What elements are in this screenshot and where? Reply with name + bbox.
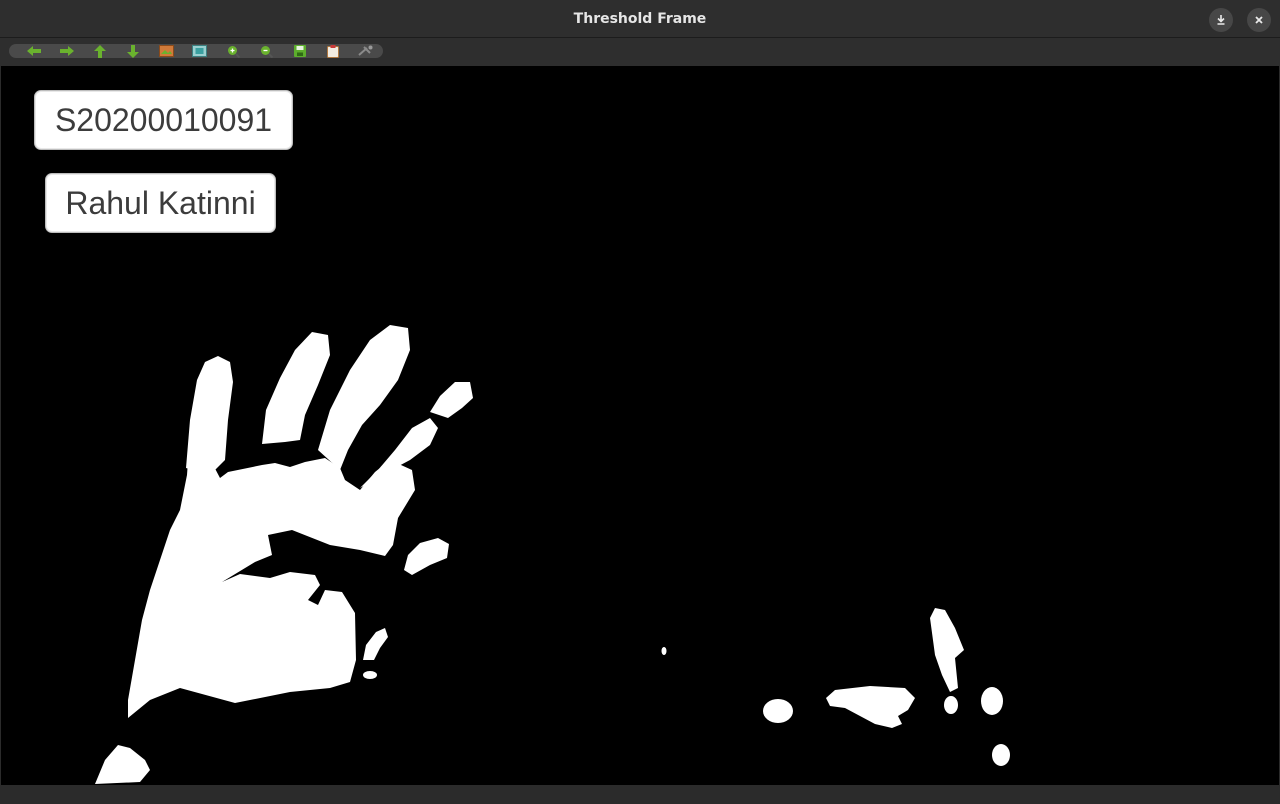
arrow-left-icon	[26, 46, 41, 56]
minimize-button[interactable]	[1209, 8, 1233, 32]
image-icon	[159, 45, 175, 57]
fit-window-icon	[192, 45, 208, 57]
close-icon	[1255, 16, 1263, 24]
window-title: Threshold Frame	[573, 11, 707, 27]
pan-down-button[interactable]	[117, 44, 150, 58]
copy-button[interactable]	[316, 44, 349, 58]
hand-mask-blob-1	[404, 538, 449, 575]
mask-blob-6	[930, 608, 964, 692]
zoom-in-button[interactable]	[217, 44, 250, 58]
image-toolbar	[9, 44, 383, 58]
pan-up-button[interactable]	[84, 44, 117, 58]
student-name-label: Rahul Katinni	[45, 173, 276, 233]
close-button[interactable]	[1247, 8, 1271, 32]
hand-mask-blob-2	[363, 628, 388, 660]
zoom-out-button[interactable]	[250, 44, 283, 58]
student-id-label: S20200010091	[34, 90, 293, 150]
arrow-right-icon	[59, 46, 74, 56]
zoom-image-button[interactable]	[150, 44, 183, 58]
title-bar: Threshold Frame	[0, 0, 1280, 38]
mask-blob-9	[992, 744, 1010, 766]
zoom-out-icon	[260, 45, 273, 58]
hand-mask-wrist	[95, 745, 150, 784]
hand-mask-finger-2	[318, 325, 410, 470]
properties-button[interactable]	[350, 44, 383, 58]
pan-right-button[interactable]	[50, 44, 83, 58]
toolbar-area	[0, 38, 1280, 66]
hand-mask-blob-3	[363, 671, 377, 679]
properties-icon	[358, 45, 373, 56]
pan-left-button[interactable]	[17, 44, 50, 58]
mask-speck	[661, 647, 667, 655]
threshold-image-canvas[interactable]: S20200010091 Rahul Katinni	[1, 66, 1279, 785]
zoom-fit-button[interactable]	[183, 44, 216, 58]
clipboard-icon	[327, 44, 340, 58]
save-icon	[293, 45, 306, 57]
arrow-up-icon	[94, 44, 107, 58]
hand-mask-finger-1	[262, 332, 330, 444]
hand-mask-thumb	[186, 356, 233, 475]
mask-blob-4	[763, 699, 793, 723]
mask-blob-5	[826, 686, 915, 728]
minimize-icon	[1217, 15, 1225, 25]
hand-mask-fingertip	[430, 382, 473, 418]
save-button[interactable]	[283, 44, 316, 58]
mask-blob-8	[981, 687, 1003, 715]
zoom-in-icon	[227, 45, 240, 58]
arrow-down-icon	[127, 44, 140, 58]
status-bar	[0, 785, 1280, 804]
mask-blob-7	[944, 696, 958, 714]
